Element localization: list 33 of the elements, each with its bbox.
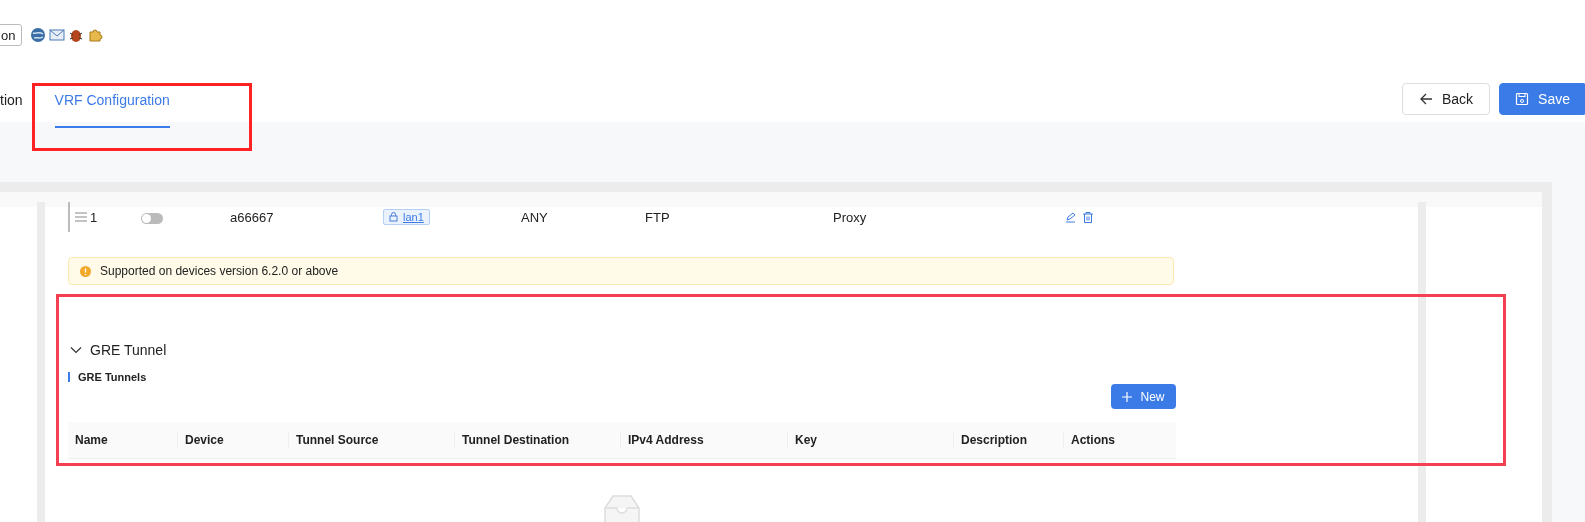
column-header: Tunnel Destination <box>455 433 621 447</box>
column-header: Device <box>178 433 289 447</box>
column-header: Actions <box>1070 433 1116 447</box>
table-cell-text: ANY <box>521 209 549 225</box>
delete-icon[interactable] <box>1083 211 1093 223</box>
globe-icon[interactable] <box>30 27 47 43</box>
column-header: Description <box>954 433 1064 447</box>
bug-icon[interactable] <box>68 27 85 43</box>
column-header: Name <box>68 433 178 447</box>
back-button[interactable]: Back <box>1401 83 1491 115</box>
notice-text: Supported on devices version 6.2.0 or above <box>100 264 339 278</box>
tab[interactable]: tion <box>0 92 23 126</box>
edit-icon[interactable] <box>1065 211 1076 223</box>
column-header: Tunnel Source <box>289 433 455 447</box>
table-cell-text: a66667 <box>230 209 275 225</box>
warning-icon <box>80 265 91 277</box>
new-button[interactable]: New <box>1111 384 1176 409</box>
drag-handle-icon[interactable] <box>75 212 87 222</box>
table-cell-text: FTP <box>645 209 671 225</box>
column-header: Key <box>788 433 954 447</box>
interface-tag[interactable]: lan1 <box>383 209 430 225</box>
save-button[interactable]: Save <box>1499 83 1585 115</box>
toggle-switch[interactable] <box>141 212 163 224</box>
arrow-left-icon <box>1418 92 1433 106</box>
table-cell-text: 1 <box>90 209 99 225</box>
column-header: IPv4 Address <box>621 433 788 447</box>
collapse-header[interactable]: GRE Tunnel <box>68 342 167 358</box>
lock-icon <box>389 212 398 222</box>
table-cell-text: Proxy <box>833 209 868 225</box>
section-title: GRE Tunnels <box>78 371 147 383</box>
save-icon <box>1515 92 1530 106</box>
plus-icon <box>1122 391 1133 402</box>
toolbar-button[interactable]: on <box>0 24 23 46</box>
